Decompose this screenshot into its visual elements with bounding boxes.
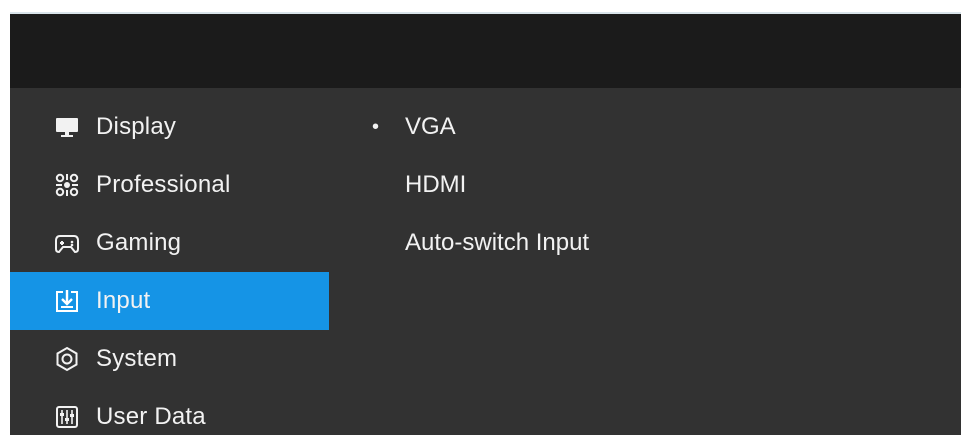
option-hdmi[interactable]: HDMI xyxy=(350,156,466,214)
osd-header-bar xyxy=(10,12,961,88)
system-icon xyxy=(52,346,82,372)
sidebar-item-label: User Data xyxy=(96,403,206,430)
input-options: • VGA HDMI Auto-switch Input xyxy=(350,88,950,435)
monitor-icon xyxy=(52,114,82,140)
option-label: Auto-switch Input xyxy=(405,229,590,256)
sidebar-item-input[interactable]: Input xyxy=(10,272,329,330)
sidebar-item-label: Gaming xyxy=(96,229,182,256)
sidebar-item-user-data[interactable]: User Data xyxy=(10,388,329,446)
sidebar-item-professional[interactable]: Professional xyxy=(10,156,329,214)
option-vga[interactable]: • VGA xyxy=(350,98,456,156)
option-label: VGA xyxy=(405,113,456,140)
selected-bullet: • xyxy=(372,115,380,138)
option-auto-switch-input[interactable]: Auto-switch Input xyxy=(350,214,589,272)
input-icon xyxy=(52,288,82,314)
sidebar-item-label: Professional xyxy=(96,171,231,198)
osd-content: Display Professional Gaming Input System… xyxy=(10,88,961,435)
sidebar-item-display[interactable]: Display xyxy=(10,98,329,156)
sidebar: Display Professional Gaming Input System… xyxy=(10,88,329,435)
professional-icon xyxy=(52,172,82,198)
user-data-icon xyxy=(52,404,82,430)
osd-menu: Display Professional Gaming Input System… xyxy=(10,12,961,435)
sidebar-item-gaming[interactable]: Gaming xyxy=(10,214,329,272)
sidebar-item-label: System xyxy=(96,345,178,372)
option-label: HDMI xyxy=(405,171,467,198)
sidebar-item-system[interactable]: System xyxy=(10,330,329,388)
gamepad-icon xyxy=(52,230,82,256)
sidebar-item-label: Display xyxy=(96,113,177,140)
sidebar-item-label: Input xyxy=(96,287,151,314)
